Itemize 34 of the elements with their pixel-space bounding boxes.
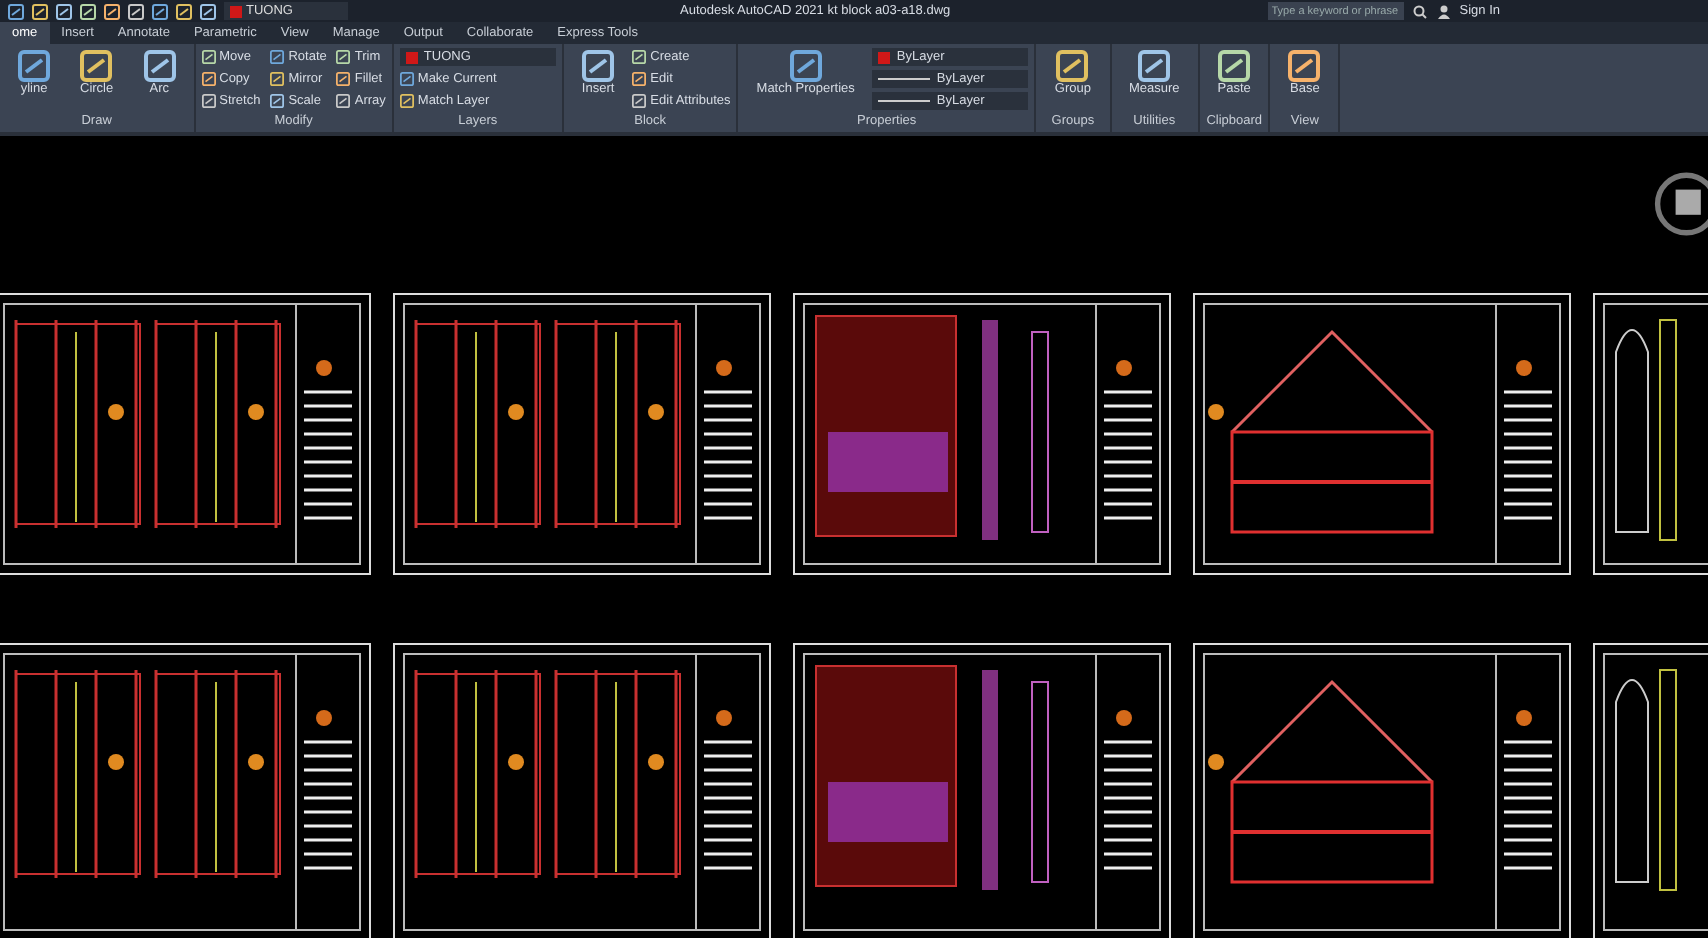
tool-icon — [1218, 50, 1251, 82]
toolbar-icon[interactable] — [104, 3, 120, 19]
tool-icon — [270, 94, 285, 108]
toolbar-icon[interactable] — [80, 3, 96, 19]
tool-icon — [201, 94, 216, 108]
toolbar-icon[interactable] — [128, 3, 144, 19]
tool-icon — [399, 94, 414, 108]
tool-icon — [789, 50, 822, 82]
tool-icon — [18, 50, 50, 82]
toolbar-icon[interactable] — [176, 3, 192, 19]
toolbar-icon[interactable] — [32, 3, 48, 19]
tool-icon — [399, 72, 414, 86]
tool-icon — [270, 72, 285, 86]
user-icon[interactable] — [1435, 3, 1452, 19]
toolbar-icon[interactable] — [8, 3, 24, 19]
tool-icon — [201, 72, 216, 86]
toolbar-icon[interactable] — [152, 3, 168, 19]
search-icon[interactable] — [1411, 3, 1428, 19]
tool-icon — [336, 72, 351, 86]
tool-icon — [270, 50, 285, 64]
tool-icon — [582, 50, 615, 82]
tool-icon — [632, 50, 647, 64]
toolbar-icon[interactable] — [56, 3, 72, 19]
tool-icon — [80, 50, 113, 82]
tool-icon — [1138, 50, 1171, 82]
toolbar-icon[interactable] — [200, 3, 216, 19]
tool-icon — [201, 50, 216, 64]
tool-icon — [632, 94, 647, 108]
tool-icon — [143, 50, 176, 82]
tool-icon — [632, 72, 647, 86]
tool-icon — [336, 94, 351, 108]
tool-icon — [1056, 50, 1089, 82]
tool-icon — [1288, 50, 1321, 82]
tool-icon — [336, 50, 351, 64]
